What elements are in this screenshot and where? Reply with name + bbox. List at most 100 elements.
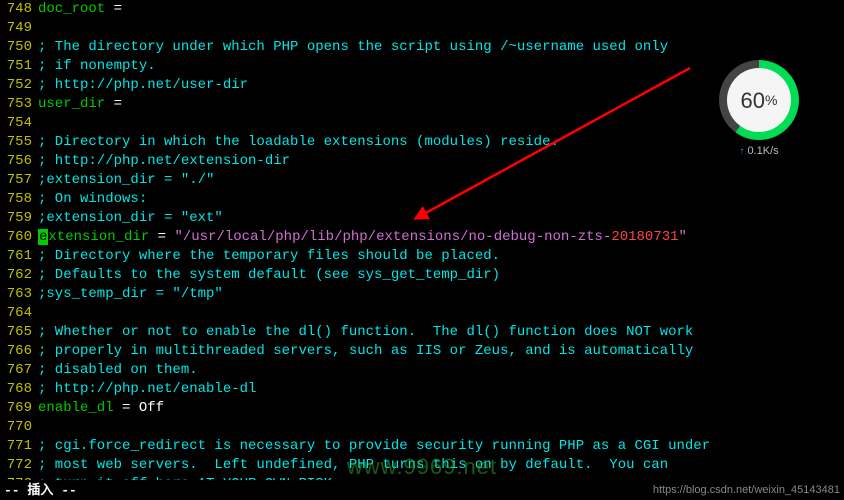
- code-editor[interactable]: 748doc_root =749750; The directory under…: [0, 0, 844, 480]
- line-content[interactable]: doc_root =: [38, 0, 844, 19]
- line-content[interactable]: ; cgi.force_redirect is necessary to pro…: [38, 437, 844, 456]
- code-token: ; most web servers. Left undefined, PHP …: [38, 457, 668, 473]
- code-line[interactable]: 754: [0, 114, 844, 133]
- code-token: "/usr/local/php/lib/php/extensions/no-de…: [174, 229, 611, 245]
- code-line[interactable]: 760extension_dir = "/usr/local/php/lib/p…: [0, 228, 844, 247]
- line-content[interactable]: ;extension_dir = "./": [38, 171, 844, 190]
- code-line[interactable]: 763;sys_temp_dir = "/tmp": [0, 285, 844, 304]
- code-token: ; http://php.net/enable-dl: [38, 381, 256, 397]
- line-content[interactable]: ; http://php.net/extension-dir: [38, 152, 844, 171]
- line-number: 748: [0, 0, 38, 19]
- line-content[interactable]: ; properly in multithreaded servers, suc…: [38, 342, 844, 361]
- line-number: 749: [0, 19, 38, 38]
- line-content[interactable]: [38, 114, 844, 133]
- code-token: doc_root: [38, 1, 105, 17]
- code-token: =: [105, 96, 122, 112]
- line-content[interactable]: ;extension_dir = "ext": [38, 209, 844, 228]
- code-line[interactable]: 759;extension_dir = "ext": [0, 209, 844, 228]
- line-number: 754: [0, 114, 38, 133]
- code-token: ; Directory in which the loadable extens…: [38, 134, 559, 150]
- code-line[interactable]: 770: [0, 418, 844, 437]
- code-token: user_dir: [38, 96, 105, 112]
- code-token: ; http://php.net/extension-dir: [38, 153, 290, 169]
- code-line[interactable]: 766; properly in multithreaded servers, …: [0, 342, 844, 361]
- line-number: 751: [0, 57, 38, 76]
- code-token: ; disabled on them.: [38, 362, 198, 378]
- line-content[interactable]: ; http://php.net/user-dir: [38, 76, 844, 95]
- code-token: =: [114, 400, 139, 416]
- code-line[interactable]: 767; disabled on them.: [0, 361, 844, 380]
- code-line[interactable]: 752; http://php.net/user-dir: [0, 76, 844, 95]
- line-number: 771: [0, 437, 38, 456]
- line-content[interactable]: enable_dl = Off: [38, 399, 844, 418]
- line-content[interactable]: ; disabled on them.: [38, 361, 844, 380]
- code-line[interactable]: 750; The directory under which PHP opens…: [0, 38, 844, 57]
- line-number: 768: [0, 380, 38, 399]
- line-number: 753: [0, 95, 38, 114]
- code-line[interactable]: 768; http://php.net/enable-dl: [0, 380, 844, 399]
- line-content[interactable]: user_dir =: [38, 95, 844, 114]
- code-token: ; Whether or not to enable the dl() func…: [38, 324, 693, 340]
- code-line[interactable]: 758; On windows:: [0, 190, 844, 209]
- code-line[interactable]: 769enable_dl = Off: [0, 399, 844, 418]
- code-line[interactable]: 749: [0, 19, 844, 38]
- code-token: xtension_dir: [48, 229, 149, 245]
- vim-mode-indicator: -- 插入 --: [4, 481, 77, 500]
- code-line[interactable]: 765; Whether or not to enable the dl() f…: [0, 323, 844, 342]
- line-number: 755: [0, 133, 38, 152]
- line-number: 770: [0, 418, 38, 437]
- line-content[interactable]: ; if nonempty.: [38, 57, 844, 76]
- line-number: 756: [0, 152, 38, 171]
- code-line[interactable]: 772; most web servers. Left undefined, P…: [0, 456, 844, 475]
- line-content[interactable]: extension_dir = "/usr/local/php/lib/php/…: [38, 228, 844, 247]
- line-content[interactable]: ; Whether or not to enable the dl() func…: [38, 323, 844, 342]
- code-token: =: [149, 229, 174, 245]
- code-line[interactable]: 751; if nonempty.: [0, 57, 844, 76]
- code-token: ; cgi.force_redirect is necessary to pro…: [38, 438, 710, 454]
- line-content[interactable]: [38, 304, 844, 323]
- code-line[interactable]: 771; cgi.force_redirect is necessary to …: [0, 437, 844, 456]
- code-token: ;extension_dir = "ext": [38, 210, 223, 226]
- line-number: 757: [0, 171, 38, 190]
- line-content[interactable]: [38, 19, 844, 38]
- line-content[interactable]: ; http://php.net/enable-dl: [38, 380, 844, 399]
- line-content[interactable]: ; Defaults to the system default (see sy…: [38, 266, 844, 285]
- code-token: ;sys_temp_dir = "/tmp": [38, 286, 223, 302]
- source-url: https://blog.csdn.net/weixin_45143481: [653, 481, 840, 500]
- line-content[interactable]: ; Directory where the temporary files sh…: [38, 247, 844, 266]
- code-token: ; On windows:: [38, 191, 147, 207]
- line-content[interactable]: [38, 418, 844, 437]
- code-token: ; properly in multithreaded servers, suc…: [38, 343, 693, 359]
- code-token: ;extension_dir = "./": [38, 172, 214, 188]
- code-line[interactable]: 761; Directory where the temporary files…: [0, 247, 844, 266]
- code-token: ; Defaults to the system default (see sy…: [38, 267, 500, 283]
- line-number: 763: [0, 285, 38, 304]
- line-content[interactable]: ;sys_temp_dir = "/tmp": [38, 285, 844, 304]
- code-token: e: [38, 229, 48, 245]
- code-token: ": [679, 229, 687, 245]
- code-line[interactable]: 755; Directory in which the loadable ext…: [0, 133, 844, 152]
- code-line[interactable]: 764: [0, 304, 844, 323]
- line-number: 767: [0, 361, 38, 380]
- line-content[interactable]: ; Directory in which the loadable extens…: [38, 133, 844, 152]
- line-number: 764: [0, 304, 38, 323]
- line-number: 769: [0, 399, 38, 418]
- code-line[interactable]: 748doc_root =: [0, 0, 844, 19]
- status-bar: -- 插入 -- https://blog.csdn.net/weixin_45…: [0, 480, 844, 500]
- code-token: ; Directory where the temporary files sh…: [38, 248, 500, 264]
- code-token: ; The directory under which PHP opens th…: [38, 39, 668, 55]
- line-number: 761: [0, 247, 38, 266]
- line-content[interactable]: ; On windows:: [38, 190, 844, 209]
- code-line[interactable]: 757;extension_dir = "./": [0, 171, 844, 190]
- line-number: 759: [0, 209, 38, 228]
- code-line[interactable]: 753user_dir =: [0, 95, 844, 114]
- line-number: 762: [0, 266, 38, 285]
- code-line[interactable]: 756; http://php.net/extension-dir: [0, 152, 844, 171]
- line-content[interactable]: ; most web servers. Left undefined, PHP …: [38, 456, 844, 475]
- code-token: 20180731: [611, 229, 678, 245]
- code-line[interactable]: 762; Defaults to the system default (see…: [0, 266, 844, 285]
- line-number: 752: [0, 76, 38, 95]
- code-token: enable_dl: [38, 400, 114, 416]
- code-token: Off: [139, 400, 164, 416]
- line-content[interactable]: ; The directory under which PHP opens th…: [38, 38, 844, 57]
